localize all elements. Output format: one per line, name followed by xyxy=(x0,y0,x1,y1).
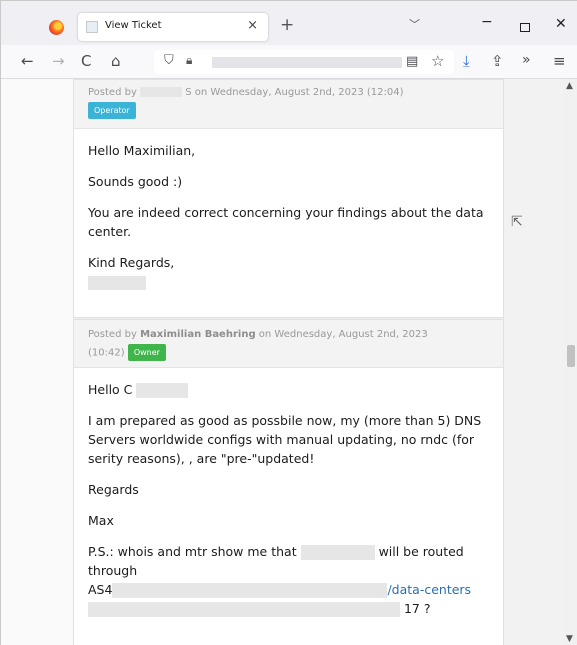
tracking-protection-shield-icon[interactable]: ⛉ xyxy=(164,53,174,68)
back-button[interactable]: ← xyxy=(21,52,34,70)
reply-paragraph: Regards xyxy=(88,482,139,497)
author-name: Maximilian Baehring xyxy=(140,329,256,340)
vertical-scrollbar[interactable]: ▲ ▼ xyxy=(563,79,577,645)
forward-button[interactable]: → xyxy=(52,52,65,70)
ticket-reply-card: Posted by S on Wednesday, August 2nd, 20… xyxy=(73,79,504,318)
redacted-signature xyxy=(88,275,146,290)
tab-list-chevron-icon[interactable]: ﹀ xyxy=(409,16,420,32)
mouse-cursor-icon: ⇱ xyxy=(511,214,523,230)
post-time: (10:42) xyxy=(88,347,125,359)
share-icon[interactable]: ⇪ xyxy=(491,52,504,70)
reply-header: Posted by Maximilian Baehring on Wednesd… xyxy=(74,320,503,368)
lock-icon[interactable]: 🔒︎ xyxy=(186,53,192,68)
reply-paragraph: I am prepared as good as possbile now, m… xyxy=(88,413,482,466)
tab-view-ticket[interactable]: View Ticket × xyxy=(78,13,268,41)
tab-strip: View Ticket × + ﹀ − ✕ xyxy=(1,1,577,45)
posted-by-label: Posted by xyxy=(88,87,137,98)
page-content: Posted by S on Wednesday, August 2nd, 20… xyxy=(1,79,577,645)
bookmark-star-icon[interactable]: ☆ xyxy=(431,52,444,70)
more-tools-button[interactable]: » xyxy=(522,52,531,68)
ticket-reply-card: Posted by Maximilian Baehring on Wednesd… xyxy=(73,319,504,645)
posted-by-label: Posted by xyxy=(88,329,137,340)
tab-title: View Ticket xyxy=(105,20,162,31)
downloads-icon[interactable]: ⤓ xyxy=(463,52,470,70)
reply-paragraph: Sounds good :) xyxy=(88,174,183,189)
navigation-bar: ← → C ⌂ ⛉ 🔒︎ ▤ ☆ ⤓ ⇪ » ≡ xyxy=(1,45,577,79)
reader-view-icon[interactable]: ▤ xyxy=(406,54,418,69)
close-window-button[interactable]: ✕ xyxy=(555,16,567,32)
home-button[interactable]: ⌂ xyxy=(111,52,121,70)
reply-paragraph: Max xyxy=(88,513,114,528)
reply-paragraph: P.S.: whois and mtr show me that will be… xyxy=(88,542,489,618)
reply-body: Hello Maximilian, Sounds good :) You are… xyxy=(74,129,503,301)
reply-paragraph: Kind Regards, xyxy=(88,255,175,270)
redacted-host xyxy=(300,545,375,560)
greeting: Hello C xyxy=(88,382,133,397)
last-line-tail: 17 ? xyxy=(403,601,431,616)
owner-badge: Owner xyxy=(127,344,166,361)
scroll-up-arrow-icon[interactable]: ▲ xyxy=(566,81,573,91)
minimize-button[interactable]: − xyxy=(481,14,493,30)
hamburger-menu-icon[interactable]: ≡ xyxy=(553,52,566,70)
browser-window: View Ticket × + ﹀ − ✕ ← → C ⌂ ⛉ 🔒︎ ▤ ☆ ⤓… xyxy=(0,0,577,645)
as-link-suffix[interactable]: /data-centers xyxy=(387,582,471,597)
redacted-line xyxy=(88,602,400,617)
ps-start: P.S.: whois and mtr show me that xyxy=(88,544,297,559)
new-tab-button[interactable]: + xyxy=(280,15,294,35)
post-date: on Wednesday, August 2nd, 2023 xyxy=(258,329,428,340)
right-margin xyxy=(504,79,563,645)
reload-button[interactable]: C xyxy=(81,52,91,70)
redacted-link[interactable] xyxy=(112,583,388,598)
author-tail: S xyxy=(185,87,192,98)
scroll-down-arrow-icon[interactable]: ▼ xyxy=(566,634,573,644)
operator-badge: Operator xyxy=(88,102,136,119)
reply-body: Hello C I am prepared as good as possbil… xyxy=(74,368,503,628)
left-margin xyxy=(1,79,73,645)
reply-paragraph: Hello Maximilian, xyxy=(88,143,196,158)
reply-header: Posted by S on Wednesday, August 2nd, 20… xyxy=(74,80,503,129)
scrollbar-thumb[interactable] xyxy=(567,345,575,367)
redacted-url xyxy=(212,57,402,68)
firefox-logo-icon xyxy=(49,20,64,35)
favicon-icon xyxy=(86,21,98,33)
redacted-author xyxy=(140,87,183,97)
redacted-name xyxy=(136,383,189,398)
reply-paragraph: You are indeed correct concerning your f… xyxy=(88,205,484,239)
maximize-button[interactable] xyxy=(520,23,530,32)
as-prefix: AS4 xyxy=(88,582,113,597)
reply-paragraph: Hello C xyxy=(88,380,489,399)
post-date: on Wednesday, August 2nd, 2023 (12:04) xyxy=(194,87,404,98)
tab-close-icon[interactable]: × xyxy=(247,18,258,33)
